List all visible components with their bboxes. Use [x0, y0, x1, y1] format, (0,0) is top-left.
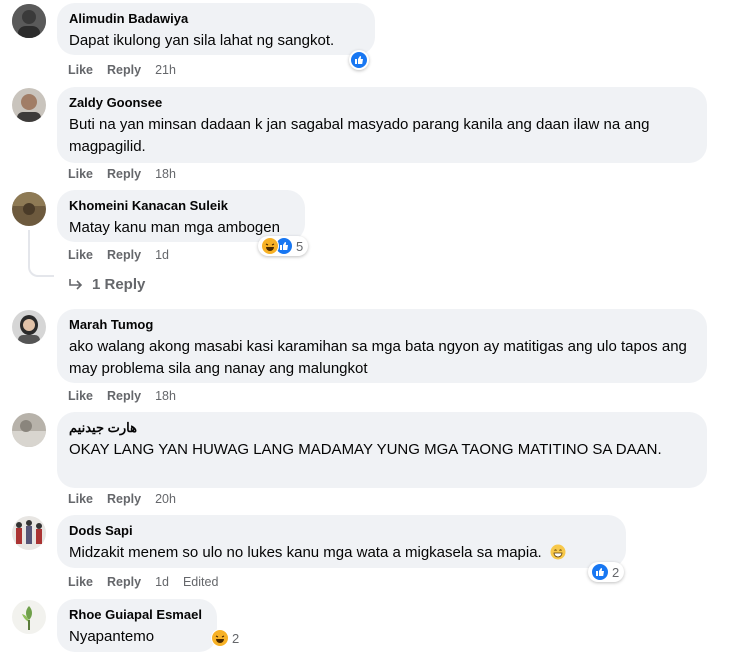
avatar[interactable]: [12, 88, 46, 122]
like-icon: [350, 51, 368, 69]
reply-button[interactable]: Reply: [107, 575, 141, 589]
reply-button[interactable]: Reply: [107, 63, 141, 77]
comment-text: Buti na yan minsan dadaan k jan sagabal …: [69, 116, 650, 155]
comment-author[interactable]: Marah Tumog: [69, 316, 695, 333]
comment-text: Nyapantemo: [69, 628, 155, 645]
comment-bubble: Dods Sapi Midzakit menem so ulo no lukes…: [57, 515, 626, 568]
avatar[interactable]: [12, 192, 46, 226]
comment-timestamp[interactable]: 1d: [155, 248, 169, 262]
comment-author[interactable]: Dods Sapi: [69, 522, 614, 539]
comment-timestamp[interactable]: 21h: [155, 63, 176, 77]
comment-timestamp[interactable]: 20h: [155, 492, 176, 506]
like-button[interactable]: Like: [68, 167, 93, 181]
reaction-summary[interactable]: [349, 50, 369, 70]
comment-text-content: Midzakit menem so ulo no lukes kanu mga …: [69, 544, 542, 561]
comment-text: Midzakit menem so ulo no lukes kanu mga …: [69, 542, 614, 564]
comment-text: OKAY LANG YAN HUWAG LANG MADAMAY YUNG MG…: [69, 441, 662, 458]
like-icon: [591, 563, 609, 581]
like-button[interactable]: Like: [68, 248, 93, 262]
comment-bubble: Marah Tumog ako walang akong masabi kasi…: [57, 309, 707, 383]
comment-text: Dapat ikulong yan sila lahat ng sangkot.: [69, 32, 335, 49]
edited-label: Edited: [182, 575, 219, 589]
comment-timestamp[interactable]: 18h: [155, 167, 176, 181]
avatar[interactable]: [12, 413, 46, 447]
comment-bubble: Alimudin Badawiya Dapat ikulong yan sila…: [57, 3, 375, 55]
haha-icon: [261, 237, 279, 255]
reaction-count: 5: [296, 238, 304, 254]
comment-author[interactable]: Khomeini Kanacan Suleik: [69, 197, 293, 214]
replies-count-label: 1 Reply: [92, 276, 146, 293]
haha-icon: [211, 629, 229, 647]
avatar[interactable]: [12, 600, 46, 634]
comment-author[interactable]: هارت جيدنيم: [69, 419, 695, 436]
comment-text: Matay kanu man mga ambogen: [69, 219, 280, 236]
comment-bubble: هارت جيدنيم OKAY LANG YAN HUWAG LANG MAD…: [57, 412, 707, 488]
comment-timestamp[interactable]: 1d: [155, 575, 169, 589]
reply-thread-line: [28, 230, 54, 277]
comment-author[interactable]: Zaldy Goonsee: [69, 94, 695, 111]
reply-button[interactable]: Reply: [107, 248, 141, 262]
like-button[interactable]: Like: [68, 63, 93, 77]
avatar[interactable]: [12, 310, 46, 344]
view-replies-button[interactable]: 1 Reply: [68, 276, 145, 293]
reply-arrow-icon: [68, 278, 84, 292]
reaction-count: 2: [232, 630, 240, 646]
like-button[interactable]: Like: [68, 389, 93, 403]
reply-button[interactable]: Reply: [107, 167, 141, 181]
comment-author[interactable]: Rhoe Guiapal Esmael: [69, 606, 205, 623]
smile-emoji-icon: [550, 544, 566, 560]
avatar[interactable]: [12, 516, 46, 550]
reaction-count: 2: [612, 564, 620, 580]
comment-text: ako walang akong masabi kasi karamihan s…: [69, 338, 687, 377]
comment-author[interactable]: Alimudin Badawiya: [69, 10, 363, 27]
reaction-summary[interactable]: 5: [258, 236, 309, 256]
like-button[interactable]: Like: [68, 492, 93, 506]
reply-button[interactable]: Reply: [107, 492, 141, 506]
like-button[interactable]: Like: [68, 575, 93, 589]
comment-bubble: Khomeini Kanacan Suleik Matay kanu man m…: [57, 190, 305, 242]
comment-bubble: Zaldy Goonsee Buti na yan minsan dadaan …: [57, 87, 707, 163]
avatar[interactable]: [12, 4, 46, 38]
comment-timestamp[interactable]: 18h: [155, 389, 176, 403]
reply-button[interactable]: Reply: [107, 389, 141, 403]
reaction-summary[interactable]: 2: [208, 628, 244, 648]
comment-bubble: Rhoe Guiapal Esmael Nyapantemo: [57, 599, 217, 652]
reaction-summary[interactable]: 2: [588, 562, 625, 582]
